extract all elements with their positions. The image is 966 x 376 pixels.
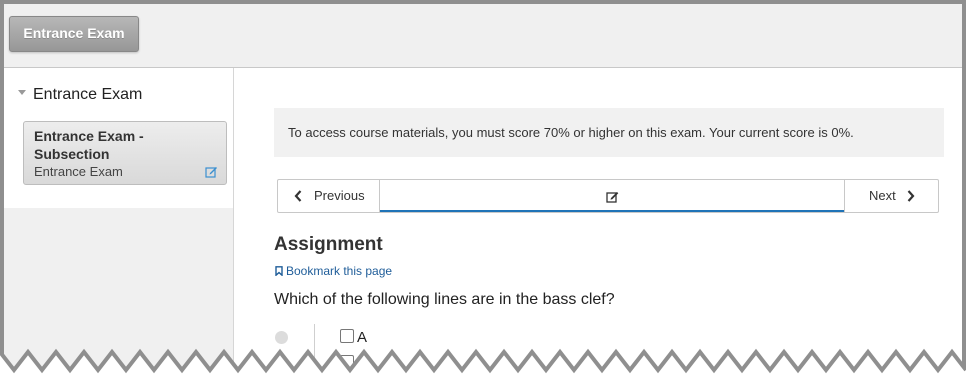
choice-label: A xyxy=(357,329,368,346)
edit-icon xyxy=(205,167,217,178)
sequence-nav: Previous Next xyxy=(277,179,939,213)
subsection-meta: Entrance Exam xyxy=(34,164,123,179)
course-tabs-bar: Entrance Exam xyxy=(4,4,962,68)
problem-title: Assignment xyxy=(274,234,383,255)
chapter-label: Entrance Exam xyxy=(33,86,143,103)
question-text: Which of the following lines are in the … xyxy=(274,291,615,308)
previous-button[interactable]: Previous xyxy=(278,180,380,212)
next-button[interactable]: Next xyxy=(844,180,938,212)
tab-entrance-exam[interactable]: Entrance Exam xyxy=(9,16,139,52)
expand-triangle-icon xyxy=(18,90,26,96)
bookmark-label: Bookmark this page xyxy=(286,264,393,278)
bookmark-button[interactable]: Bookmark this page xyxy=(275,264,392,278)
chapter-item[interactable]: Entrance Exam xyxy=(18,86,142,104)
sequence-tab-active[interactable] xyxy=(380,180,844,212)
bookmark-icon xyxy=(275,266,283,277)
chevron-right-icon xyxy=(907,190,915,202)
course-sidebar: Entrance Exam Entrance Exam - Subsection… xyxy=(4,68,234,376)
previous-label: Previous xyxy=(314,188,365,203)
sidebar-outline: Entrance Exam Entrance Exam - Subsection… xyxy=(4,68,233,208)
checkbox[interactable] xyxy=(340,329,354,343)
subsection-title: Entrance Exam - Subsection xyxy=(34,128,144,162)
edit-icon xyxy=(606,192,619,203)
chevron-left-icon xyxy=(294,190,302,202)
next-label: Next xyxy=(869,188,896,203)
exam-notice: To access course materials, you must sco… xyxy=(274,108,944,157)
subsection-item[interactable]: Entrance Exam - Subsection Entrance Exam xyxy=(23,121,227,185)
status-indicator xyxy=(275,331,288,344)
torn-edge-decoration xyxy=(0,348,966,376)
main-content: To access course materials, you must sco… xyxy=(234,68,962,376)
choice-a[interactable]: A xyxy=(340,329,367,346)
